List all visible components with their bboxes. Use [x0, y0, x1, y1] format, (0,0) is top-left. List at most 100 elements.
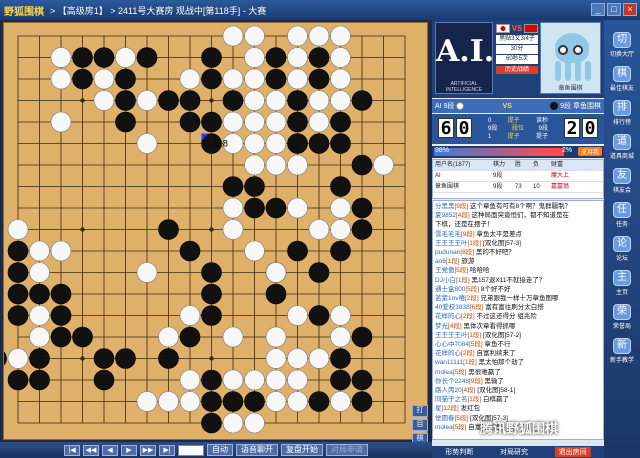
black-stone	[50, 283, 72, 305]
side-tool-2[interactable]: 目	[412, 419, 428, 431]
white-stone	[265, 133, 287, 154]
sidebar-item-2[interactable]: 排排行榜	[606, 100, 638, 126]
game-request-button[interactable]: 对局申请	[326, 444, 368, 456]
chat-user[interactable]: 心心中7084	[435, 341, 469, 348]
maximize-button[interactable]: □	[607, 3, 621, 16]
sidebar-item-9[interactable]: 新新手教学	[606, 338, 638, 364]
black-stone	[29, 369, 50, 391]
chat-log[interactable]: 分黑黑[9段] 这个章鱼有可有8个啊？鬼群疆制？ 夏9852[4段] 这种局面突竟…	[432, 200, 604, 440]
sidebar-item-1[interactable]: 棋最佳棋友	[606, 66, 638, 92]
chat-user[interactable]: 分黑黑	[435, 203, 455, 210]
first-move-button[interactable]: |◀	[64, 444, 80, 456]
chat-user[interactable]: 王王王王叶	[435, 240, 468, 247]
chat-user[interactable]: molea	[435, 369, 453, 376]
sidebar-item-3[interactable]: 道道具商城	[606, 134, 638, 160]
history-button[interactable]: 历史战绩	[496, 66, 538, 74]
white-stone	[287, 391, 308, 412]
go-board[interactable]: 118 打 目 棋	[3, 22, 429, 445]
black-stone	[287, 133, 308, 154]
black-stone	[351, 369, 373, 391]
chat-rank: [1段]	[445, 258, 460, 266]
sidebar-item-0[interactable]: 切切换大厅	[606, 32, 638, 58]
col-username[interactable]: 用户名(1877)	[433, 160, 493, 170]
sidebar-item-6[interactable]: 论论坛	[606, 236, 638, 262]
col-loss[interactable]: 负	[533, 160, 551, 170]
col-win[interactable]: 胜	[515, 160, 533, 170]
black-stone	[7, 305, 29, 326]
close-button[interactable]: ×	[623, 3, 637, 16]
chat-rank: [1段]	[463, 359, 477, 367]
chat-user[interactable]: 花样的心	[435, 313, 461, 320]
tab-situation[interactable]: 形势判断	[445, 447, 473, 457]
black-stone	[158, 348, 179, 369]
chat-text: 章鱼不行	[484, 341, 511, 349]
black-stone	[244, 391, 265, 412]
chat-user[interactable]: 觉圆春	[435, 415, 455, 422]
forward-one-button[interactable]: ▶	[121, 444, 137, 456]
chat-user[interactable]: molea	[435, 424, 453, 431]
chat-user[interactable]: pudunan	[435, 249, 460, 256]
white-stone	[330, 305, 351, 326]
chat-user[interactable]: 雪毛毛毛	[435, 231, 461, 238]
black-stone	[115, 348, 136, 369]
sidebar-icon: 排	[613, 100, 631, 116]
app-logo: 野狐围棋	[4, 6, 44, 18]
white-stone	[265, 326, 287, 348]
chat-message: 夏9852[4段] 这种局面突竟恒们，都不知道是在	[435, 211, 601, 220]
auto-play-button[interactable]: 自动	[207, 444, 233, 456]
sidebar-item-5[interactable]: 任任务	[606, 202, 638, 228]
user-row[interactable]: AI 9段 魔大上	[433, 171, 603, 182]
voice-chat-button[interactable]: 语音聊开	[236, 444, 278, 456]
white-stone	[136, 133, 158, 154]
sidebar-item-4[interactable]: 友棋友会	[606, 168, 638, 194]
chat-text: 自富利续来了	[476, 350, 516, 358]
ai-logo-text: A.I.	[436, 34, 495, 69]
review-start-button[interactable]: 复盘开始	[281, 444, 323, 456]
chat-user[interactable]: 蓝紫1ov嘻	[435, 295, 465, 302]
support-button[interactable]: 支持我	[577, 147, 602, 156]
chat-text: [双化图]58-1]	[477, 387, 516, 395]
chat-user[interactable]: ao6	[435, 258, 446, 265]
white-stone	[179, 68, 201, 90]
title-bar: 野狐围棋 > 【高级房1】 > 2411号大赛房 观战中[第118手] - 大赛…	[0, 0, 640, 20]
col-wealth[interactable]: 财富	[551, 160, 581, 170]
sidebar-item-7[interactable]: 主主页	[606, 270, 638, 296]
tab-exit-room[interactable]: 退出房间	[554, 447, 591, 457]
sidebar-item-8[interactable]: 荣荣誉局	[606, 304, 638, 330]
chat-user[interactable]: 你长个2248	[435, 378, 469, 385]
user-row[interactable]: 章鱼围棋 9段 73 10 嘉富翁	[433, 182, 603, 193]
back-ten-button[interactable]: ◀◀	[83, 444, 99, 456]
black-stone	[115, 111, 136, 133]
last-move-button[interactable]: ▶|	[159, 444, 175, 456]
chat-user[interactable]: DJ小白	[435, 277, 456, 284]
chat-user[interactable]: 王党傲	[435, 267, 455, 274]
right-player[interactable]: 9段 章鱼围棋	[550, 101, 601, 111]
black-stone	[29, 283, 50, 305]
chat-user[interactable]: 王王王王叶	[435, 332, 468, 339]
move-number-input[interactable]	[178, 444, 204, 456]
chat-message: 星[12段] 发红包	[435, 404, 601, 413]
side-tool-1[interactable]: 打	[412, 405, 428, 417]
chat-text: 黑的不好吧？	[475, 249, 515, 257]
back-one-button[interactable]: ◀	[102, 444, 118, 456]
chat-user[interactable]: 夏9852	[435, 212, 456, 219]
white-stone	[287, 348, 308, 369]
chat-message: 王党傲[5段] 哈哈哈	[435, 266, 601, 275]
board-svg[interactable]: 118	[4, 23, 429, 441]
chat-user[interactable]: 通士盒800	[435, 286, 465, 293]
minimize-button[interactable]: _	[591, 3, 605, 16]
chat-user[interactable]: wan11111	[435, 359, 463, 366]
white-stone	[308, 90, 330, 111]
white-stone	[158, 391, 179, 412]
tab-study[interactable]: 对局研究	[500, 447, 528, 457]
forward-ten-button[interactable]: ▶▶	[140, 444, 156, 456]
white-stone	[29, 305, 50, 326]
chat-user[interactable]: 梦光	[435, 323, 448, 330]
left-player[interactable]: AI 9段	[435, 101, 465, 111]
chat-user[interactable]: 路人丙20	[435, 387, 462, 394]
white-stone	[265, 90, 287, 111]
chat-user[interactable]: 花样的心	[435, 350, 461, 357]
chat-user[interactable]: 同猫子之名	[435, 396, 468, 403]
chat-user[interactable]: 40爱校3838	[435, 304, 470, 311]
col-rank[interactable]: 棋力	[493, 160, 515, 170]
